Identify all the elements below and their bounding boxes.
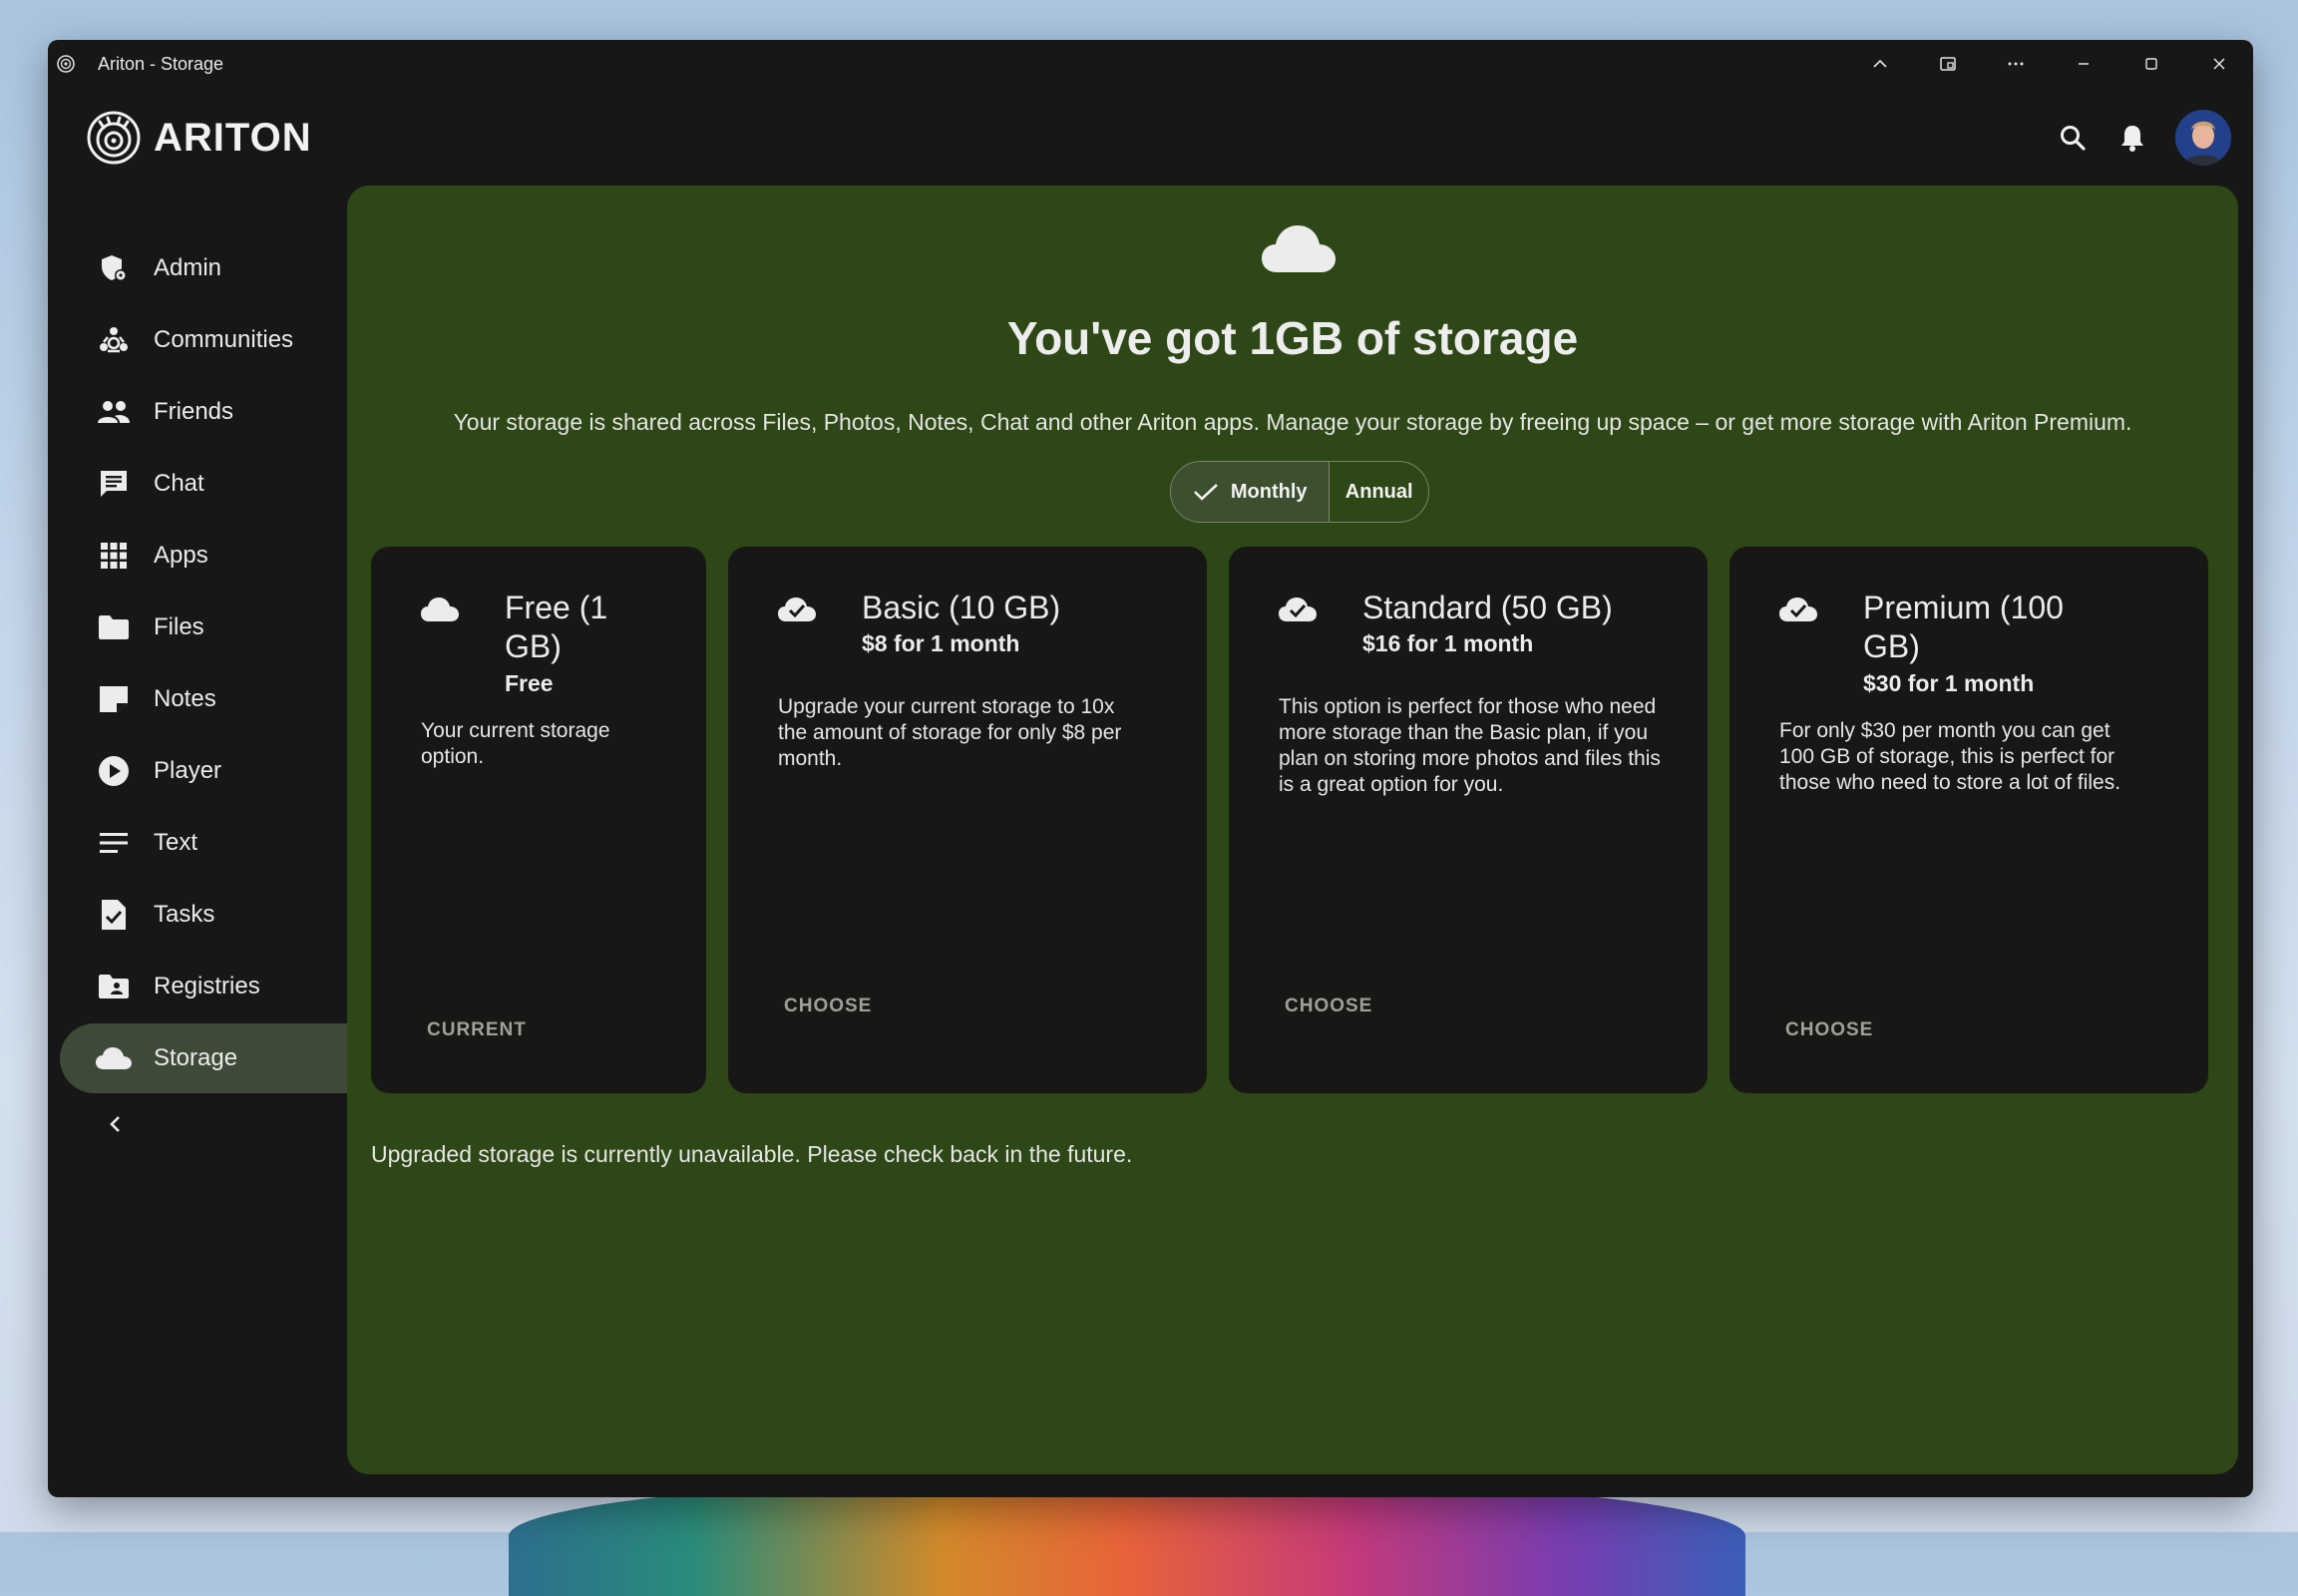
plan-title: Free (1 GB) [505, 590, 608, 664]
sidebar-item-label: Apps [154, 542, 208, 569]
tasks-icon [96, 897, 132, 933]
cast-icon[interactable] [1914, 40, 1982, 88]
sidebar-item-storage[interactable]: Storage [60, 1023, 381, 1093]
sidebar-item-label: Storage [154, 1044, 238, 1071]
close-icon[interactable] [2185, 40, 2253, 88]
sidebar-item-label: Communities [154, 326, 294, 353]
plan-title: Basic (10 GB) [862, 590, 1061, 625]
sidebar-item-notes[interactable]: Notes [60, 664, 381, 734]
plan-title: Standard (50 GB) [1362, 590, 1613, 625]
sidebar-item-label: Friends [154, 398, 234, 425]
choose-plan-button[interactable]: CHOOSE [1785, 1019, 1873, 1041]
sidebar-item-friends[interactable]: Friends [60, 377, 381, 447]
plan-card-standard: Standard (50 GB) $16 for 1 month This op… [1229, 547, 1708, 1093]
page-description: Your storage is shared across Files, Pho… [453, 409, 2132, 435]
plan-description: This option is perfect for those who nee… [1279, 695, 1661, 796]
plan-price: Free [505, 670, 554, 696]
plan-card-premium: Premium (100 GB) $30 for 1 month For onl… [1729, 547, 2208, 1093]
cloud-icon [1262, 225, 1336, 272]
brand-logo[interactable]: ARITON [86, 110, 312, 166]
current-plan-button: CURRENT [427, 1019, 527, 1040]
sidebar-item-label: Notes [154, 685, 216, 712]
sidebar-item-label: Admin [154, 254, 222, 281]
plan-price: $16 for 1 month [1362, 630, 1534, 656]
sidebar-item-registries[interactable]: Registries [60, 952, 381, 1021]
sidebar-item-text[interactable]: Text [60, 808, 381, 878]
check-icon [1193, 482, 1219, 502]
plan-card-basic: Basic (10 GB) $8 for 1 month Upgrade you… [728, 547, 1207, 1093]
plan-price: $30 for 1 month [1863, 670, 2035, 696]
plan-description: For only $30 per month you can get 100 G… [1779, 719, 2121, 794]
app-window: Ariton - Storage ARITON Admin Communitie… [48, 40, 2253, 1497]
sidebar-item-apps[interactable]: Apps [60, 521, 381, 591]
folder-icon [96, 609, 132, 645]
sidebar-item-tasks[interactable]: Tasks [60, 880, 381, 950]
sidebar-item-chat[interactable]: Chat [60, 449, 381, 519]
sidebar-item-label: Player [154, 757, 222, 784]
admin-icon [96, 250, 132, 286]
more-options-icon[interactable] [1982, 40, 2050, 88]
notifications-bell-icon[interactable] [2115, 121, 2149, 155]
notes-icon [96, 681, 132, 717]
sidebar-item-label: Files [154, 613, 204, 640]
plan-card-free: Free (1 GB) Free Your current storage op… [371, 547, 706, 1093]
window-title: Ariton - Storage [98, 53, 224, 74]
plan-price: $8 for 1 month [862, 630, 1020, 656]
toggle-monthly-label: Monthly [1230, 480, 1308, 503]
minimize-icon[interactable] [2050, 40, 2117, 88]
billing-period-toggle: Monthly Annual [1170, 461, 1429, 523]
sidebar-item-player[interactable]: Player [60, 736, 381, 806]
friends-icon [96, 394, 132, 430]
user-avatar[interactable] [2175, 110, 2231, 166]
cloud-check-icon [1279, 598, 1317, 621]
cloud-icon [96, 1040, 132, 1076]
brand-name: ARITON [154, 115, 312, 160]
title-bar: Ariton - Storage [48, 40, 2253, 88]
choose-plan-button[interactable]: CHOOSE [1285, 996, 1372, 1017]
maximize-icon[interactable] [2117, 40, 2185, 88]
collapse-sidebar-button[interactable] [60, 1099, 381, 1149]
communities-icon [96, 322, 132, 358]
sidebar-item-files[interactable]: Files [60, 593, 381, 662]
plan-title: Premium (100 GB) [1863, 590, 2064, 664]
apps-icon [96, 538, 132, 574]
registries-icon [96, 969, 132, 1004]
text-icon [96, 825, 132, 861]
sidebar-item-label: Text [154, 829, 198, 856]
chat-icon [96, 466, 132, 502]
unavailable-notice: Upgraded storage is currently unavailabl… [371, 1141, 1133, 1167]
app-icon [57, 55, 75, 73]
sidebar-item-communities[interactable]: Communities [60, 305, 381, 375]
ariton-logo-icon [87, 111, 141, 165]
play-icon [96, 753, 132, 789]
chevron-up-icon[interactable] [1846, 40, 1914, 88]
toggle-annual[interactable]: Annual [1330, 462, 1428, 522]
sidebar-nav: Admin Communities Friends Chat Apps File… [60, 233, 381, 1149]
choose-plan-button[interactable]: CHOOSE [784, 996, 872, 1017]
sidebar-item-label: Chat [154, 470, 204, 497]
plan-description: Your current storage option. [421, 719, 610, 768]
sidebar-item-admin[interactable]: Admin [60, 233, 381, 303]
cloud-check-icon [1779, 598, 1817, 621]
cloud-icon [421, 598, 459, 621]
cloud-check-icon [778, 598, 816, 621]
chevron-left-icon [110, 1116, 120, 1132]
sidebar-item-label: Registries [154, 973, 260, 999]
toggle-monthly[interactable]: Monthly [1171, 462, 1331, 522]
plan-description: Upgrade your current storage to 10x the … [778, 695, 1122, 770]
toggle-annual-label: Annual [1344, 480, 1413, 503]
page-title: You've got 1GB of storage [1006, 312, 1579, 364]
search-icon[interactable] [2056, 121, 2090, 155]
storage-panel: You've got 1GB of storage Your storage i… [347, 186, 2238, 1474]
sidebar-item-label: Tasks [154, 901, 215, 928]
